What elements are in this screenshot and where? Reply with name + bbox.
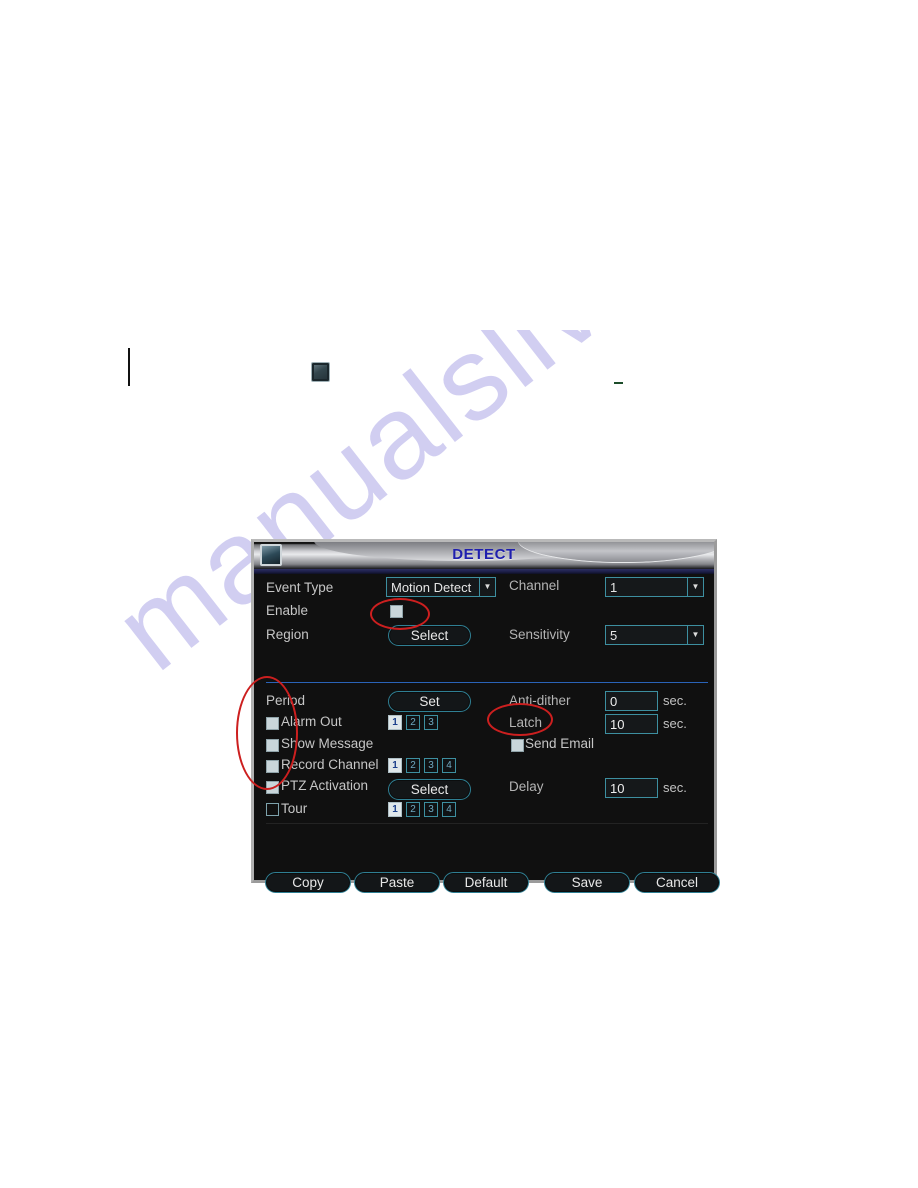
anti-dither-label: Anti-dither	[509, 693, 571, 708]
chevron-down-icon[interactable]: ▼	[687, 626, 703, 644]
latch-label: Latch	[509, 715, 543, 730]
record-channel-2[interactable]: 2	[406, 758, 420, 773]
alarm-out-channels[interactable]: 1 2 3	[388, 715, 438, 730]
alarm-out-channel-2[interactable]: 2	[406, 715, 420, 730]
ptz-activation-checkbox[interactable]	[266, 781, 279, 794]
tour-label: Tour	[281, 801, 308, 816]
event-type-label: Event Type	[266, 580, 334, 595]
delay-unit: sec.	[663, 780, 687, 795]
channel-label: Channel	[509, 578, 560, 593]
dash-mark	[614, 382, 623, 384]
delay-label: Delay	[509, 779, 544, 794]
footer-separator	[266, 823, 708, 824]
screen-icon	[311, 362, 330, 382]
sensitivity-select[interactable]: 5 ▼	[605, 625, 704, 645]
anti-dither-input[interactable]: 0	[605, 691, 658, 711]
save-button[interactable]: Save	[544, 872, 630, 893]
enable-label: Enable	[266, 603, 309, 618]
record-channel-3[interactable]: 3	[424, 758, 438, 773]
dialog-body: Event Type Motion Detect ▼ Channel 1 ▼ E…	[254, 569, 720, 893]
tour-channel-4[interactable]: 4	[442, 802, 456, 817]
default-button[interactable]: Default	[443, 872, 529, 893]
latch-unit: sec.	[663, 716, 687, 731]
alarm-out-label: Alarm Out	[281, 714, 342, 729]
anti-dither-unit: sec.	[663, 693, 687, 708]
page-title: DETECT	[452, 546, 516, 563]
tour-channel-3[interactable]: 3	[424, 802, 438, 817]
delay-input[interactable]: 10	[605, 778, 658, 798]
alarm-out-channel-1[interactable]: 1	[388, 715, 402, 730]
tour-checkbox[interactable]	[266, 803, 279, 816]
chevron-down-icon[interactable]: ▼	[479, 578, 495, 596]
send-email-checkbox[interactable]	[511, 739, 524, 752]
dialog-titlebar: DETECT	[254, 542, 714, 569]
sensitivity-label: Sensitivity	[509, 627, 570, 642]
section-separator	[266, 682, 708, 683]
record-channel-1[interactable]: 1	[388, 758, 402, 773]
paste-button[interactable]: Paste	[354, 872, 440, 893]
record-channel-channels[interactable]: 1 2 3 4	[388, 758, 456, 773]
record-channel-4[interactable]: 4	[442, 758, 456, 773]
chevron-down-icon[interactable]: ▼	[687, 578, 703, 596]
send-email-label: Send Email	[525, 736, 595, 751]
channel-value: 1	[610, 579, 618, 595]
event-type-select[interactable]: Motion Detect ▼	[386, 577, 496, 597]
ptz-select-button[interactable]: Select	[388, 779, 471, 800]
region-label: Region	[266, 627, 309, 642]
alarm-out-channel-3[interactable]: 3	[424, 715, 438, 730]
latch-input[interactable]: 10	[605, 714, 658, 734]
sensitivity-value: 5	[610, 627, 618, 643]
tour-channel-1[interactable]: 1	[388, 802, 402, 817]
record-channel-label: Record Channel	[281, 757, 379, 772]
period-set-button[interactable]: Set	[388, 691, 471, 712]
tour-channels[interactable]: 1 2 3 4	[388, 802, 456, 817]
show-message-label: Show Message	[281, 736, 374, 751]
titlebar-underline	[254, 569, 714, 574]
region-select-button[interactable]: Select	[388, 625, 471, 646]
record-channel-checkbox[interactable]	[266, 760, 279, 773]
alarm-out-checkbox[interactable]	[266, 717, 279, 730]
ptz-activation-label: PTZ Activation	[281, 778, 369, 793]
period-label: Period	[266, 693, 306, 708]
detect-dialog: DETECT Event Type Motion Detect ▼ Channe…	[251, 539, 720, 893]
show-message-checkbox[interactable]	[266, 739, 279, 752]
channel-select[interactable]: 1 ▼	[605, 577, 704, 597]
margin-rule	[128, 348, 130, 386]
tour-channel-2[interactable]: 2	[406, 802, 420, 817]
enable-checkbox[interactable]	[390, 605, 403, 618]
cancel-button[interactable]: Cancel	[634, 872, 720, 893]
event-type-value: Motion Detect	[391, 579, 472, 595]
copy-button[interactable]: Copy	[265, 872, 351, 893]
